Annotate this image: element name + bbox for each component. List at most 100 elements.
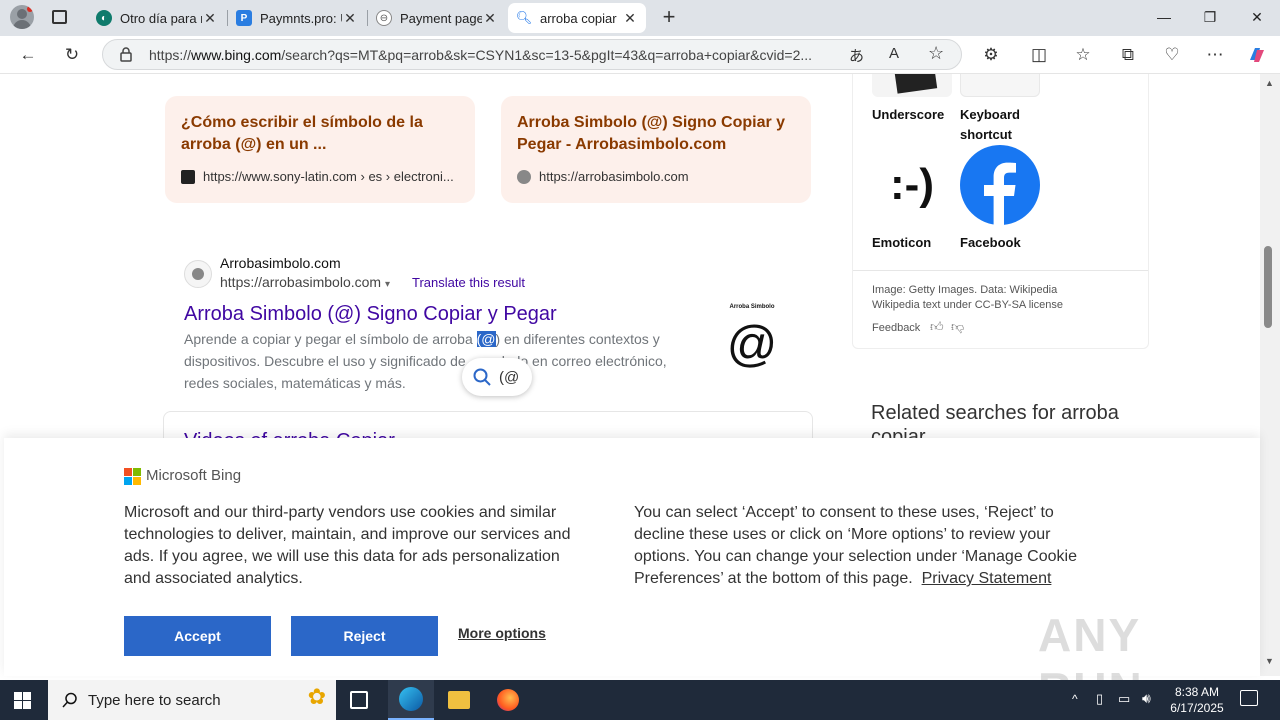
chevron-up-icon[interactable]: ^ — [1072, 692, 1078, 706]
kp-label-keyboard-shortcut[interactable]: Keyboard shortcut — [960, 105, 1040, 145]
feedback-link[interactable]: Feedback — [872, 322, 920, 334]
read-aloud-icon[interactable]: A — [889, 45, 899, 62]
privacy-statement-link[interactable]: Privacy Statement — [922, 570, 1052, 587]
globe-icon — [517, 169, 531, 184]
knowledge-panel: Underscore Keyboard shortcut :-) Emotico… — [852, 74, 1149, 349]
tab-strip: ◐ Otro día para r ✕ P Paymnts.pro: U ✕ ⊖… — [0, 0, 1280, 36]
underscore-image[interactable] — [872, 74, 952, 97]
collections-icon[interactable]: ⧉ — [1113, 40, 1143, 70]
p-icon: P — [236, 10, 252, 26]
copilot-icon: ◐ — [96, 10, 112, 26]
tab-3[interactable]: ⊖ Payment page ✕ — [368, 3, 506, 33]
tab-1[interactable]: ◐ Otro día para r ✕ — [88, 3, 226, 33]
keyboard-shortcut-image[interactable] — [960, 74, 1040, 97]
close-icon[interactable]: ✕ — [482, 10, 498, 27]
firefox-icon[interactable] — [497, 689, 519, 711]
cookie-consent-banner: Microsoft Bing Microsoft and our third-p… — [4, 438, 1260, 715]
cookie-right-text: You can select ‘Accept’ to consent to th… — [634, 504, 1077, 587]
network-icon[interactable]: ▭ — [1118, 691, 1130, 707]
close-window-button[interactable]: ✕ — [1234, 0, 1280, 34]
back-button[interactable]: ← — [13, 40, 43, 70]
profile-avatar[interactable] — [10, 5, 34, 29]
file-explorer-icon[interactable] — [448, 691, 470, 709]
refresh-button[interactable]: ↻ — [57, 40, 87, 70]
clock[interactable]: 8:38 AM 6/17/2025 — [1166, 684, 1228, 716]
taskbar-search-placeholder: Type here to search — [88, 691, 221, 709]
more-options-link[interactable]: More options — [458, 625, 546, 641]
windows-start-icon[interactable] — [14, 692, 32, 710]
accept-button[interactable]: Accept — [124, 616, 271, 656]
brand-name: Microsoft Bing — [146, 467, 242, 484]
tab-title: Payment page — [400, 10, 482, 26]
card-title[interactable]: Arroba Simbolo (@) Signo Copiar y Pegar … — [517, 112, 802, 156]
translate-link[interactable]: Translate this result — [412, 275, 525, 290]
scroll-down-icon[interactable]: ▼ — [1265, 656, 1274, 666]
chevron-down-icon[interactable]: ▾ — [385, 279, 390, 290]
result-site-name: Arrobasimbolo.com — [220, 255, 341, 271]
card-url: https://www.sony-latin.com › es › electr… — [181, 169, 454, 184]
url-text: https://www.bing.com/search?qs=MT&pq=arr… — [149, 47, 813, 63]
scroll-up-icon[interactable]: ▲ — [1265, 78, 1274, 88]
tab-actions-icon[interactable] — [52, 10, 67, 24]
flower-decoration-icon: ✿ — [307, 684, 326, 709]
windows-taskbar: Type here to search ✿ ^ ▯ ▭ 🔊︎ 8:38 AM 6… — [0, 680, 1280, 720]
tab-title: Otro día para r — [120, 10, 202, 26]
selected-text: (@ — [476, 331, 496, 347]
attribution: Image: Getty Images. Data: Wikipedia Wik… — [872, 284, 1063, 311]
edge-taskbar-icon[interactable] — [388, 680, 434, 720]
lock-icon[interactable] — [119, 47, 133, 62]
search-selection-popup[interactable]: (@ — [462, 358, 532, 396]
tab-title: arroba copiar — [540, 10, 617, 26]
kp-label-underscore[interactable]: Underscore — [872, 105, 956, 125]
search-icon — [62, 692, 78, 708]
thumbs-up-icon[interactable]: 👍︎ — [930, 319, 944, 335]
scrollbar-thumb[interactable] — [1264, 246, 1272, 328]
reject-button[interactable]: Reject — [291, 616, 438, 656]
microsoft-logo-icon — [124, 468, 142, 486]
task-view-icon[interactable] — [350, 691, 368, 709]
restore-button[interactable]: ❐ — [1187, 0, 1233, 34]
close-icon[interactable]: ✕ — [342, 10, 358, 27]
facebook-icon[interactable] — [960, 145, 1040, 225]
search-icon — [473, 368, 491, 386]
close-icon[interactable]: ✕ — [202, 10, 218, 27]
extensions-icon[interactable]: ⚙ — [976, 40, 1006, 70]
address-bar[interactable]: https://www.bing.com/search?qs=MT&pq=arr… — [102, 39, 962, 70]
tab-title: Paymnts.pro: U — [260, 10, 342, 26]
result-title-link[interactable]: Arroba Simbolo (@) Signo Copiar y Pegar — [184, 303, 557, 326]
result-card-2[interactable]: Arroba Simbolo (@) Signo Copiar y Pegar … — [501, 96, 811, 203]
tab-4[interactable]: 🔍︎ arroba copiar ✕ — [508, 3, 646, 33]
new-tab-button[interactable]: + — [658, 4, 680, 30]
result-snippet: Aprende a copiar y pegar el símbolo de a… — [184, 331, 667, 391]
favorites-icon[interactable]: ☆ — [1068, 40, 1098, 70]
page-icon: ⊖ — [376, 10, 392, 26]
browser-essentials-icon[interactable]: ♡ — [1157, 40, 1187, 70]
search-icon: 🔍︎ — [515, 10, 533, 25]
notification-icon[interactable] — [1240, 690, 1258, 706]
result-thumbnail[interactable]: Arroba Simbolo @ — [712, 302, 792, 384]
minimize-button[interactable]: — — [1141, 0, 1187, 34]
tab-2[interactable]: P Paymnts.pro: U ✕ — [228, 3, 366, 33]
thumbs-down-icon[interactable]: 👎︎ — [951, 319, 964, 335]
more-menu-icon[interactable]: ⋯ — [1200, 40, 1230, 70]
divider — [853, 270, 1148, 271]
card-url: https://arrobasimbolo.com — [517, 169, 689, 184]
kp-label-facebook[interactable]: Facebook — [960, 233, 1021, 253]
cookie-left-text: Microsoft and our third-party vendors us… — [124, 504, 571, 587]
taskbar-search-box[interactable]: Type here to search ✿ — [48, 680, 336, 720]
split-screen-icon[interactable]: ◫ — [1024, 40, 1054, 70]
favorite-star-icon[interactable]: ☆ — [928, 43, 944, 64]
site-favicon-icon — [181, 169, 195, 184]
result-card-1[interactable]: ¿Cómo escribir el símbolo de la arroba (… — [165, 96, 475, 203]
result-url[interactable]: https://arrobasimbolo.com ▾ — [220, 274, 390, 290]
translate-icon[interactable]: あ — [849, 45, 864, 66]
emoticon-image[interactable]: :-) — [872, 145, 952, 225]
page-scrollbar[interactable]: ▲ ▼ — [1260, 74, 1280, 676]
browser-toolbar: ← ↻ https://www.bing.com/search?qs=MT&pq… — [0, 36, 1280, 74]
kp-label-emoticon[interactable]: Emoticon — [872, 233, 931, 253]
card-title[interactable]: ¿Cómo escribir el símbolo de la arroba (… — [181, 112, 466, 156]
volume-icon[interactable]: 🔊︎ — [1142, 690, 1151, 707]
close-icon[interactable]: ✕ — [622, 10, 638, 27]
copilot-icon[interactable] — [1242, 40, 1272, 70]
battery-icon[interactable]: ▯ — [1096, 691, 1103, 707]
